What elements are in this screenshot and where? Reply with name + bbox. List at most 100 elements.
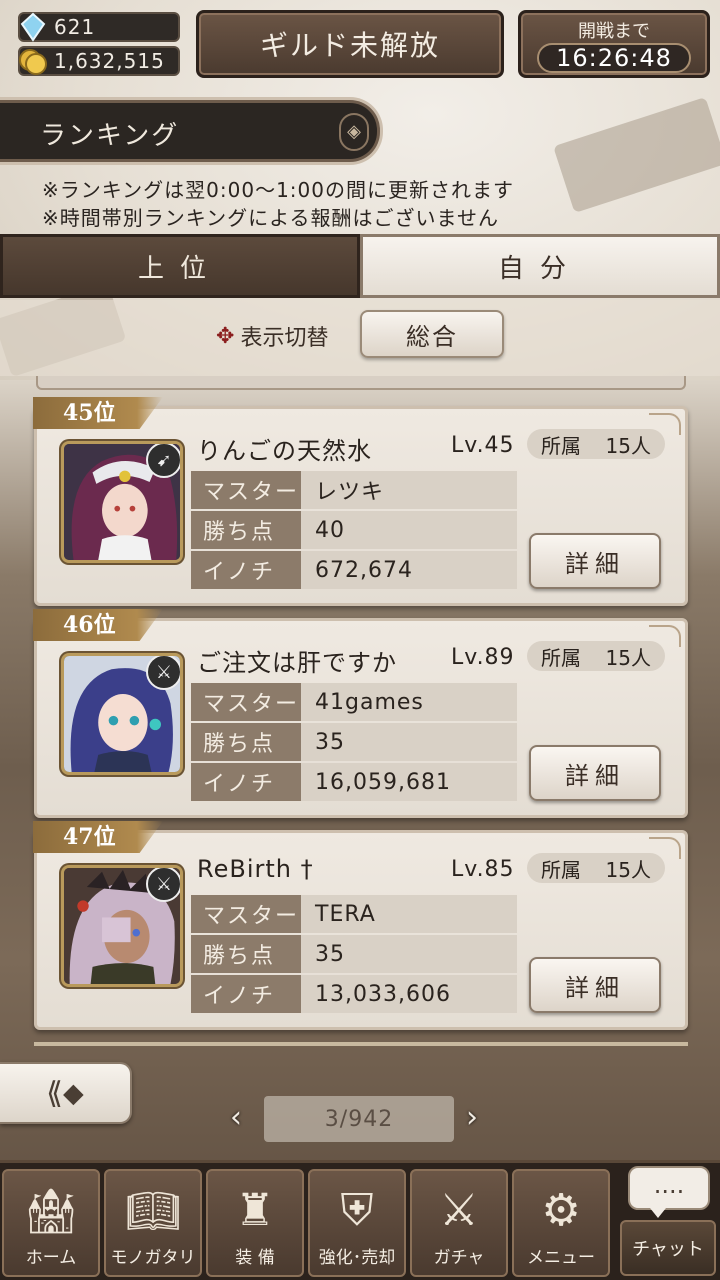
display-toggle-button[interactable]: 総合 <box>360 310 504 358</box>
display-toggle-row: ✥ 表示切替 総合 <box>0 300 720 376</box>
member-count: 所属 15人 <box>527 429 665 459</box>
gem-counter: 621 <box>18 12 180 42</box>
back-button[interactable]: ⟪⬥ <box>0 1062 132 1124</box>
rank-badge: 45位 <box>33 397 163 429</box>
rank-badge: 47位 <box>33 821 163 853</box>
nav-gacha-label: ガチャ <box>433 1248 485 1268</box>
ranking-banner: ランキング ◈ <box>0 100 380 162</box>
guild-level: Lv.85 <box>451 857 515 882</box>
back-arrow-icon: ⟪⬥ <box>46 1075 84 1111</box>
ranking-notice-update: ※ランキングは翌0:00〜1:00の間に更新されます <box>42 178 514 202</box>
tab-top-ranks[interactable]: 上位 <box>0 234 360 298</box>
stat-value-master: レツキ <box>301 471 517 509</box>
ranking-list[interactable]: 45位 ➹ りんごの天然水 Lv.45 所属 15人 マスター レツキ 勝ち点 40 … <box>0 376 720 1046</box>
stat-label-points: 勝ち点 <box>191 511 301 549</box>
guild-stats: マスター 41games 勝ち点 35 イノチ 16,059,681 <box>191 683 517 803</box>
member-value: 15人 <box>605 433 651 458</box>
member-value: 15人 <box>605 857 651 882</box>
stat-value-points: 35 <box>301 723 517 761</box>
guild-stats: マスター レツキ 勝ち点 40 イノチ 672,674 <box>191 471 517 591</box>
battle-countdown-label: 開戦まで <box>578 21 650 42</box>
stat-label-life: イノチ <box>191 551 301 589</box>
nav-home[interactable]: 🏰︎ ホーム <box>2 1169 100 1277</box>
nav-story[interactable]: 📖︎ モノガタリ <box>104 1169 202 1277</box>
list-item: 45位 ➹ りんごの天然水 Lv.45 所属 15人 マスター レツキ 勝ち点 40 … <box>33 397 688 606</box>
guild-button[interactable]: ギルド未解放 <box>196 10 504 78</box>
nav-home-label: ホーム <box>25 1248 77 1268</box>
list-divider <box>34 1042 688 1046</box>
stat-label-points: 勝ち点 <box>191 935 301 973</box>
member-count: 所属 15人 <box>527 641 665 671</box>
stat-value-life: 13,033,606 <box>301 975 517 1013</box>
book-icon: 📖︎ <box>125 1186 181 1237</box>
guild-stats: マスター TERA 勝ち点 35 イノチ 13,033,606 <box>191 895 517 1015</box>
member-label: 所属 <box>541 433 581 458</box>
display-toggle-label: ✥ 表示切替 <box>216 320 328 352</box>
member-count: 所属 15人 <box>527 853 665 883</box>
detail-button[interactable]: 詳細 <box>529 533 661 589</box>
prev-page-button[interactable]: ‹ <box>230 1100 242 1135</box>
cross-ornament-icon: ✥ <box>216 323 235 349</box>
avatar: ⚔ <box>61 653 183 775</box>
avatar: ➹ <box>61 441 183 563</box>
stat-value-points: 35 <box>301 935 517 973</box>
stat-value-master: TERA <box>301 895 517 933</box>
nav-equip[interactable]: ♜ 装 備 <box>206 1169 304 1277</box>
detail-button[interactable]: 詳細 <box>529 745 661 801</box>
page-indicator: 3/942 <box>264 1096 454 1142</box>
puppet-icon: ♜ <box>235 1185 275 1236</box>
bottom-nav: 🏰︎ ホーム 📖︎ モノガタリ ♜ 装 備 ⛨ 強化･売却 ⚔ ガチャ ⚙ メニ… <box>0 1160 720 1280</box>
sword-icon: ⚔ <box>146 656 180 690</box>
nav-story-label: モノガタリ <box>110 1248 196 1268</box>
member-value: 15人 <box>605 645 651 670</box>
gear-icon: ⚙ <box>541 1185 581 1236</box>
display-toggle-text: 表示切替 <box>240 326 329 351</box>
shield-icon: ⛨ <box>340 1185 374 1236</box>
nav-enhance[interactable]: ⛨ 強化･売却 <box>308 1169 406 1277</box>
list-item: 46位 ⚔ ご注文は肝ですか Lv.89 所属 15人 マスター 41games 勝… <box>33 609 688 818</box>
nav-gacha[interactable]: ⚔ ガチャ <box>410 1169 508 1277</box>
gem-icon <box>18 12 48 42</box>
guild-name: ReBirth † <box>197 855 314 883</box>
nav-menu[interactable]: ⚙ メニュー <box>512 1169 610 1277</box>
bow-icon: ➹ <box>146 444 180 478</box>
stat-value-master: 41games <box>301 683 517 721</box>
nav-equip-label: 装 備 <box>235 1248 275 1268</box>
stat-value-life: 672,674 <box>301 551 517 589</box>
sword-icon: ⚔ <box>146 868 180 902</box>
stat-label-life: イノチ <box>191 763 301 801</box>
stat-label-master: マスター <box>191 471 301 509</box>
gold-count: 1,632,515 <box>54 49 165 73</box>
guild-name: りんごの天然水 <box>197 437 372 465</box>
rank-badge: 46位 <box>33 609 163 641</box>
stat-label-points: 勝ち点 <box>191 723 301 761</box>
stat-label-master: マスター <box>191 895 301 933</box>
nav-chat[interactable]: チャット <box>620 1220 716 1276</box>
ornament-icon: ◈ <box>339 113 369 151</box>
coin-icon <box>18 46 48 76</box>
member-label: 所属 <box>541 857 581 882</box>
list-item: 47位 ⚔ ReBirth † Lv.85 所属 15人 マスター TERA 勝ち点… <box>33 821 688 1030</box>
castle-icon: 🏰︎ <box>23 1186 79 1237</box>
stat-label-master: マスター <box>191 683 301 721</box>
page-title: ランキング <box>40 121 180 151</box>
guild-level: Lv.89 <box>451 645 515 670</box>
crossed-swords-icon: ⚔ <box>439 1185 479 1236</box>
guild-name: ご注文は肝ですか <box>197 649 397 677</box>
detail-button[interactable]: 詳細 <box>529 957 661 1013</box>
gold-counter: 1,632,515 <box>18 46 180 76</box>
tab-self[interactable]: 自分 <box>360 234 720 298</box>
stat-value-life: 16,059,681 <box>301 763 517 801</box>
nav-enhance-label: 強化･売却 <box>318 1248 396 1268</box>
next-page-button[interactable]: › <box>466 1100 478 1135</box>
battle-countdown-time: 16:26:48 <box>537 43 691 73</box>
stat-value-points: 40 <box>301 511 517 549</box>
avatar: ⚔ <box>61 865 183 987</box>
guild-level: Lv.45 <box>451 433 515 458</box>
chat-bubble-icon[interactable]: .... <box>628 1166 710 1218</box>
battle-countdown: 開戦まで 16:26:48 <box>518 10 710 78</box>
member-label: 所属 <box>541 645 581 670</box>
list-item-partial <box>36 376 686 390</box>
stat-label-life: イノチ <box>191 975 301 1013</box>
ranking-tabs: 上位 自分 <box>0 234 720 298</box>
